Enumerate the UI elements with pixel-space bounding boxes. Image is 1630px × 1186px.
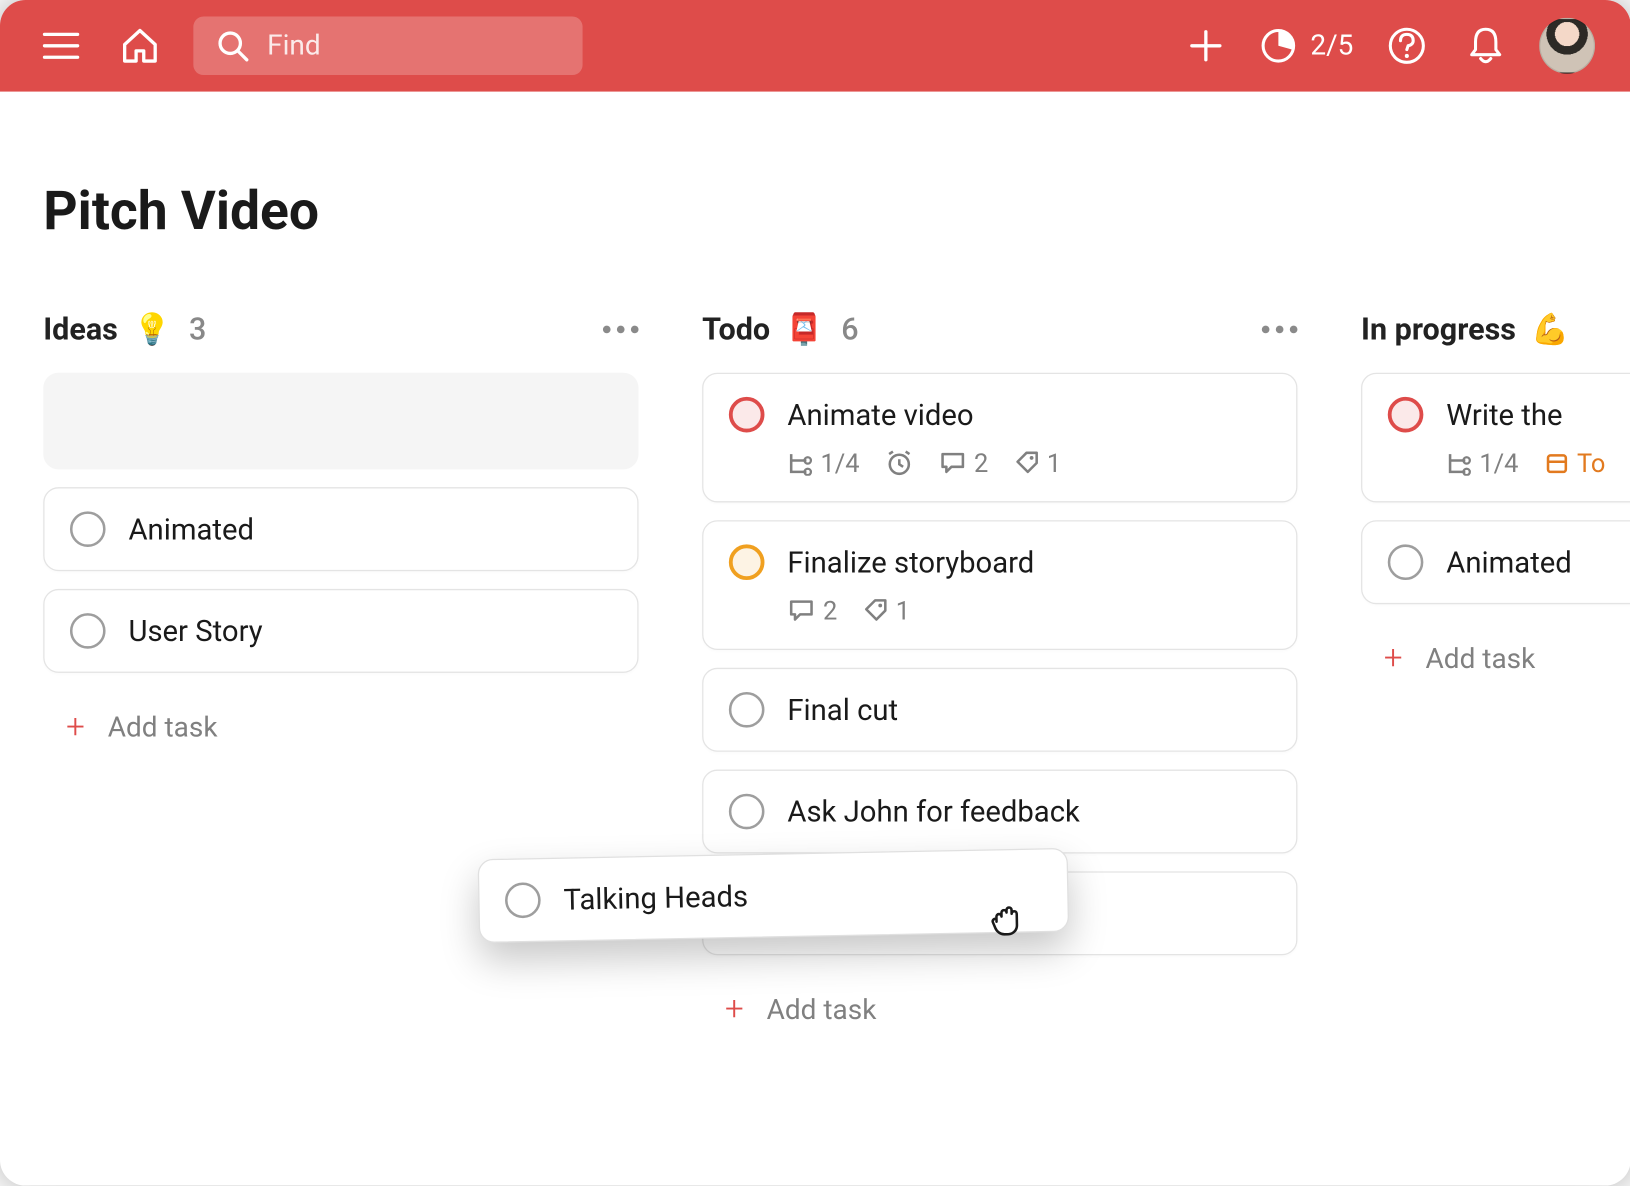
help-icon[interactable] (1381, 20, 1432, 71)
task-checkbox[interactable] (1388, 397, 1424, 433)
task-title: Animated (1446, 545, 1572, 579)
task-checkbox[interactable] (729, 397, 765, 433)
column-more-icon[interactable] (1262, 326, 1298, 334)
menu-icon[interactable] (36, 20, 87, 71)
comments-indicator: 2 (938, 448, 988, 479)
calendar-icon (1544, 450, 1569, 475)
usage-text: 2/5 (1310, 30, 1353, 62)
task-card[interactable]: Final cut (702, 668, 1297, 752)
plus-icon: + (1384, 640, 1403, 678)
search-icon (216, 29, 249, 62)
reminder-indicator (885, 449, 913, 477)
task-card[interactable]: Animate video 1/4 2 (702, 373, 1297, 503)
task-title: Animate video (787, 398, 973, 432)
tag-icon (1014, 450, 1039, 475)
task-meta: 1/4 2 1 (787, 448, 1270, 479)
search-input[interactable]: Find (193, 17, 582, 76)
add-task-label: Add task (1426, 643, 1536, 675)
tags-indicator: 1 (863, 595, 910, 626)
task-card[interactable]: Finalize storyboard 2 1 (702, 520, 1297, 650)
task-card[interactable]: Write the 1/4 To (1361, 373, 1630, 503)
dragging-card[interactable]: Talking Heads (478, 848, 1070, 943)
board: Ideas 💡 3 Animated User Story (43, 312, 1587, 1047)
task-meta: 1/4 To (1446, 448, 1630, 479)
subtasks-icon (1446, 450, 1471, 475)
app-window: Find 2/5 Pitch Video Ideas 💡 3 (0, 0, 1630, 1186)
avatar[interactable] (1539, 18, 1595, 74)
comment-icon (787, 598, 815, 623)
plus-icon: + (725, 991, 744, 1029)
task-checkbox[interactable] (729, 794, 765, 830)
task-checkbox[interactable] (1388, 544, 1424, 580)
column-count: 6 (841, 312, 858, 348)
alarm-icon (885, 449, 913, 477)
task-card[interactable]: Animated (43, 487, 638, 571)
grab-cursor-icon (986, 898, 1030, 942)
add-task-button[interactable]: + Add task (1361, 622, 1630, 696)
plus-icon: + (66, 709, 85, 747)
task-checkbox[interactable] (729, 544, 765, 580)
column-more-icon[interactable] (603, 326, 639, 334)
task-title: Ask John for feedback (787, 794, 1080, 828)
column-name: Ideas (43, 312, 118, 348)
column-header-todo[interactable]: Todo 📮 6 (702, 312, 1297, 348)
add-task-button[interactable]: + Add task (43, 691, 638, 765)
column-name: Todo (702, 312, 770, 348)
mailbox-icon: 📮 (785, 312, 823, 348)
task-checkbox[interactable] (70, 613, 106, 649)
topbar: Find 2/5 (0, 0, 1630, 92)
add-task-label: Add task (108, 712, 218, 744)
column-in-progress: In progress 💪 Write the 1/4 (1361, 312, 1630, 1047)
due-indicator: To (1544, 448, 1606, 479)
comments-indicator: 2 (787, 595, 837, 626)
column-header-in-progress[interactable]: In progress 💪 (1361, 312, 1630, 348)
project-title: Pitch Video (43, 181, 1587, 243)
main-content: Pitch Video Ideas 💡 3 Animated (0, 92, 1630, 1047)
search-placeholder: Find (267, 30, 321, 62)
column-name: In progress (1361, 312, 1516, 348)
task-title: User Story (128, 614, 262, 648)
task-checkbox[interactable] (729, 692, 765, 728)
subtasks-indicator: 1/4 (787, 448, 859, 479)
tag-icon (863, 598, 888, 623)
task-card[interactable]: Animated (1361, 520, 1630, 604)
column-count: 3 (189, 312, 206, 348)
tags-indicator: 1 (1014, 448, 1061, 479)
task-title: Write the (1446, 398, 1562, 432)
muscle-icon: 💪 (1531, 312, 1569, 348)
add-icon[interactable] (1181, 20, 1232, 71)
column-header-ideas[interactable]: Ideas 💡 3 (43, 312, 638, 348)
task-title: Animated (128, 512, 254, 546)
home-icon[interactable] (114, 20, 165, 71)
task-title: Talking Heads (563, 879, 748, 917)
pie-icon (1260, 27, 1298, 65)
add-task-label: Add task (767, 994, 877, 1026)
lightbulb-icon: 💡 (133, 312, 171, 348)
task-checkbox[interactable] (70, 511, 106, 547)
subtasks-indicator: 1/4 (1446, 448, 1518, 479)
task-checkbox[interactable] (505, 882, 541, 918)
usage-indicator[interactable]: 2/5 (1260, 27, 1354, 65)
task-card[interactable]: Ask John for feedback (702, 770, 1297, 854)
subtasks-icon (787, 450, 812, 475)
task-title: Final cut (787, 693, 898, 727)
task-meta: 2 1 (787, 595, 1270, 626)
comment-icon (938, 450, 966, 475)
add-task-button[interactable]: + Add task (702, 973, 1297, 1047)
notifications-icon[interactable] (1460, 20, 1511, 71)
task-title: Finalize storyboard (787, 545, 1034, 579)
task-card[interactable]: User Story (43, 589, 638, 673)
drop-placeholder (43, 373, 638, 470)
